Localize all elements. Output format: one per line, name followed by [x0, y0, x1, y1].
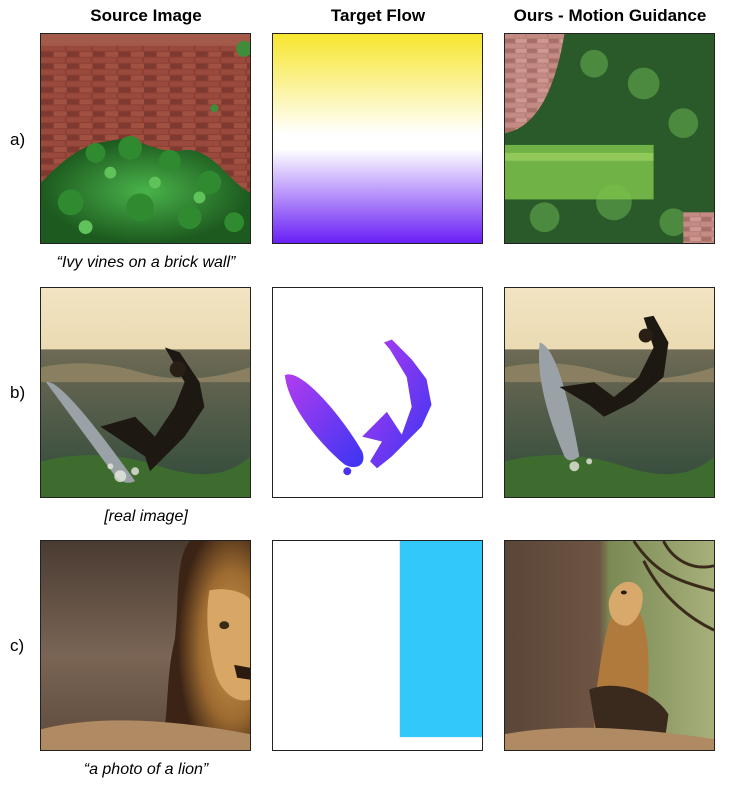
row-label-b: b)	[10, 383, 26, 402]
source-image-ivy-wall	[40, 33, 251, 244]
result-image-ivy-wall	[504, 33, 715, 244]
target-flow-lion-mask	[272, 540, 483, 751]
column-header-source: Source Image	[90, 6, 202, 25]
caption-row-b: [real image]	[104, 508, 188, 525]
caption-row-a: “Ivy vines on a brick wall”	[56, 254, 236, 271]
result-image-lion	[504, 540, 715, 751]
target-flow-surfer-mask	[272, 287, 483, 498]
target-flow-gradient	[272, 33, 483, 244]
row-label-a: a)	[10, 130, 26, 149]
source-image-surfer	[40, 287, 251, 498]
result-image-surfer	[504, 287, 715, 498]
source-image-lion	[40, 540, 251, 751]
row-label-c: c)	[10, 636, 25, 655]
caption-row-c: “a photo of a lion”	[83, 761, 209, 778]
column-header-target-flow: Target Flow	[330, 6, 426, 25]
column-header-motion-guidance: Ours - Motion Guidance	[513, 6, 707, 25]
